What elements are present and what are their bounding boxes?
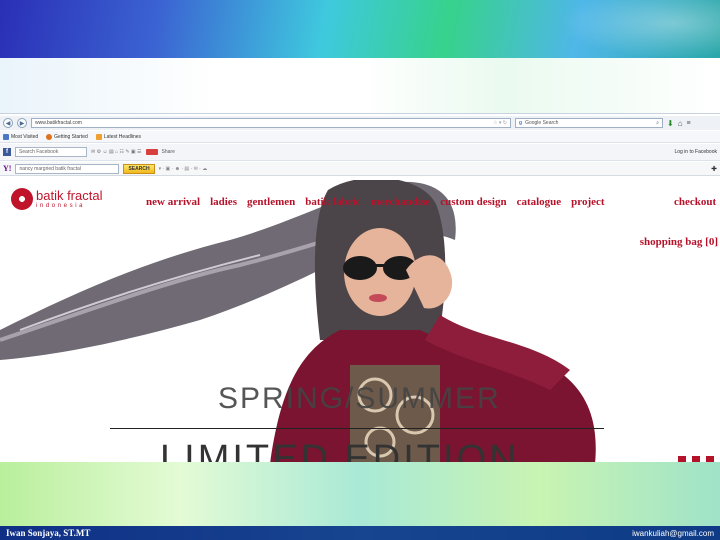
slide-footer-band <box>0 462 720 528</box>
bookmark-label: Getting Started <box>54 133 88 140</box>
logo-sub-text: indonesia <box>36 203 86 209</box>
slide-footer: Iwan Sonjaya, ST.MT iwankuliah@gmail.com <box>0 526 720 540</box>
bookmark-icon <box>3 133 9 140</box>
yahoo-search-button[interactable]: SEARCH <box>123 163 155 174</box>
bookmark-label: Most Visited <box>11 133 39 140</box>
forward-button-icon[interactable]: ▶ <box>17 118 27 128</box>
browser-window: ◀ ▶ www.batikfractal.com ☆ ▾ ↻ g Google … <box>0 113 720 463</box>
facebook-search-placeholder: Search Facebook <box>19 149 59 155</box>
batik-fractal-logo-icon <box>11 188 33 210</box>
menu-item-ladies[interactable]: ladies <box>210 196 237 208</box>
hero-subheadline: LIMITED EDITION <box>160 438 520 463</box>
yahoo-toolbar: Y! nancy margried batik fractal SEARCH ▾… <box>0 162 720 176</box>
yahoo-search-button-label: SEARCH <box>128 165 150 172</box>
toolbar-icons[interactable]: ✉ ⚙ ☺ ▤ ⌂ ☷ ✎ ▣ ☰ <box>91 149 142 155</box>
logo-main-text: batik fractal <box>36 188 103 203</box>
logo-text: batik fractal indonesia <box>36 189 102 209</box>
web-search-box[interactable]: g Google Search ⌕ <box>515 118 663 128</box>
menu-item-catalogue[interactable]: catalogue <box>517 196 562 208</box>
menu-item-checkout[interactable]: checkout <box>674 196 716 208</box>
hero-divider <box>110 428 604 429</box>
address-bar[interactable]: www.batikfractal.com ☆ ▾ ↻ <box>31 118 511 128</box>
bookmark-most-visited[interactable]: Most Visited <box>3 133 39 140</box>
back-button-icon[interactable]: ◀ <box>3 118 13 128</box>
menu-item-custom-design[interactable]: custom design <box>440 196 506 208</box>
notification-badge-icon[interactable] <box>145 149 158 155</box>
address-bar-text: www.batikfractal.com <box>35 120 82 126</box>
web-search-placeholder: Google Search <box>525 120 559 126</box>
bookmark-star-icon[interactable]: ☆ ▾ ↻ <box>493 120 507 126</box>
footer-author: Iwan Sonjaya, ST.MT <box>6 528 91 538</box>
yahoo-search-query: nancy margried batik fractal <box>19 165 81 172</box>
navigation-toolbar: ◀ ▶ www.batikfractal.com ☆ ▾ ↻ g Google … <box>0 116 720 130</box>
menu-item-merchandise[interactable]: merchandise <box>371 196 431 208</box>
bookmark-getting-started[interactable]: Getting Started <box>46 133 88 140</box>
menu-item-batik-fabric[interactable]: batik fabric <box>305 196 360 208</box>
shopping-bag-link[interactable]: shopping bag [0] <box>640 236 718 248</box>
site-logo[interactable]: batik fractal indonesia <box>11 188 102 210</box>
slide-header-fade <box>0 58 720 118</box>
hero-model-image <box>270 180 596 463</box>
slide-header-band <box>0 0 720 58</box>
firefox-icon <box>46 133 53 140</box>
footer-email: iwankuliah@gmail.com <box>632 528 714 538</box>
facebook-login-link[interactable]: Log in to Facebook <box>674 149 717 155</box>
bookmark-label: Latest Headlines <box>103 133 142 140</box>
facebook-toolbar: f Search Facebook ✉ ⚙ ☺ ▤ ⌂ ☷ ✎ ▣ ☰ Shar… <box>0 144 720 161</box>
menu-item-project[interactable]: project <box>571 196 604 208</box>
add-icon[interactable]: ✚ <box>711 165 717 173</box>
home-icon[interactable]: ⌂ <box>678 119 683 128</box>
rss-icon <box>95 133 102 140</box>
bookmarks-toolbar: Most Visited Getting Started Latest Head… <box>0 131 720 143</box>
menu-item-gentlemen[interactable]: gentlemen <box>247 196 295 208</box>
google-logo-icon: g <box>519 120 523 126</box>
website-page: batik fractal indonesia new arrival ladi… <box>0 180 720 463</box>
download-icon[interactable]: ⬇ <box>667 119 674 128</box>
yahoo-logo-icon[interactable]: Y! <box>3 164 11 173</box>
bookmark-latest-headlines[interactable]: Latest Headlines <box>95 133 142 140</box>
share-button[interactable]: Share <box>162 149 175 155</box>
main-menu: new arrival ladies gentlemen batik fabri… <box>146 196 615 208</box>
menu-item-new-arrival[interactable]: new arrival <box>146 196 200 208</box>
hero-headline: SPRING/SUMMER <box>218 382 501 415</box>
facebook-search-input[interactable]: Search Facebook <box>15 147 87 157</box>
magnifier-icon[interactable]: ⌕ <box>656 120 659 126</box>
yahoo-toolbar-icons[interactable]: ▾ · ▣ · ☻ · ▤ · ✉ · ☁ <box>159 166 208 172</box>
facebook-icon[interactable]: f <box>3 148 11 156</box>
yahoo-search-input[interactable]: nancy margried batik fractal <box>15 163 120 174</box>
menu-icon[interactable]: ≡ <box>687 120 691 127</box>
